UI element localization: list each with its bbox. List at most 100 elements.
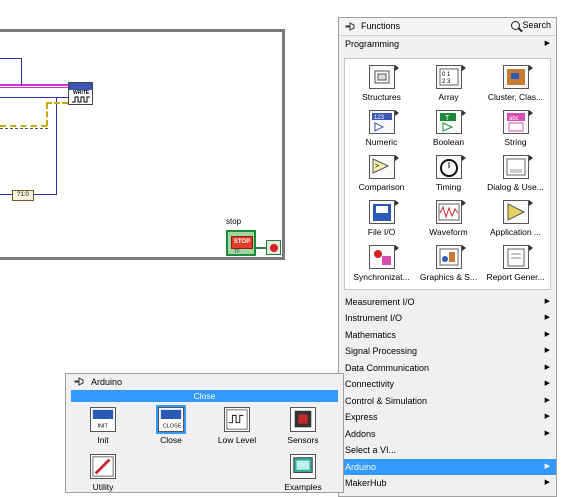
synchronization-icon [368,244,399,269]
init-icon: INIT [90,407,116,432]
chevron-right-icon: ▶ [544,413,550,420]
select-constant[interactable]: ?1:0 [12,190,34,201]
chevron-right-icon: ▶ [544,479,550,486]
arduino-item-label: Examples [284,482,322,492]
category-programming[interactable]: Programming ▶ [339,36,556,53]
green-wire [256,247,266,249]
while-loop-frame[interactable] [0,29,285,260]
arduino-item-utility[interactable]: Utility [73,454,133,492]
low-level-icon [224,407,250,432]
palette-item-structures[interactable]: Structures [348,62,415,107]
black-wire [0,128,48,129]
palette-item-label: String [504,136,527,147]
category-control-simulation[interactable]: Control & Simulation ▶ [339,393,556,410]
chevron-right-icon: ▶ [544,462,550,470]
arduino-item-label: Utility [92,482,114,492]
category-instrument-i-o[interactable]: Instrument I/O ▶ [339,310,556,327]
palette-item-cluster[interactable]: Cluster, Clas... [482,62,549,107]
palette-item-waveform[interactable]: Waveform [415,197,482,242]
arduino-item-examples[interactable]: Examples [273,454,333,492]
functions-palette-title: Functions [361,21,401,31]
cluster-icon [502,64,533,89]
chevron-right-icon: ▶ [544,396,550,404]
programming-icon-grid: Structures 0 12 3 Array Cluster, Clas... 123… [344,57,551,290]
category-signal-processing[interactable]: Signal Processing ▶ [339,343,556,360]
string-icon: abc [502,109,533,134]
blue-wire [0,194,12,195]
arduino-palette-titlebar[interactable]: Arduino [66,374,343,390]
palette-item-array[interactable]: 0 12 3 Array [415,62,482,107]
numeric-icon: 123 [368,109,399,134]
palette-item-label: Comparison [358,181,405,192]
palette-item-label: Application ... [489,226,542,237]
comparison-icon: > [368,154,399,179]
stop-button-icon: STOP [231,236,253,249]
pink-wire [0,87,68,88]
blue-wire [21,58,22,86]
arduino-item-sensors[interactable]: Sensors [273,407,333,445]
pin-icon[interactable] [74,376,85,387]
palette-item-label: Numeric [365,136,398,147]
palette-item-label: Waveform [429,226,468,237]
palette-item-boolean[interactable]: T Boolean [415,107,482,152]
category-data-communication[interactable]: Data Communication ▶ [339,360,556,377]
array-icon: 0 12 3 [435,64,466,89]
block-diagram[interactable]: WRITE ?1:0 stop STOP TF [0,0,300,270]
category-connectivity[interactable]: Connectivity ▶ [339,376,556,393]
boolean-tf-label: TF [234,249,241,255]
category-makerhub[interactable]: MakerHub ▶ [339,475,556,492]
category-list: Measurement I/O ▶ Instrument I/O ▶ Mathemati… [339,294,556,492]
loop-condition-terminal[interactable] [266,240,281,255]
category-express[interactable]: Express ▶ [339,409,556,426]
category-mathematics[interactable]: Mathematics ▶ [339,327,556,344]
arduino-item-label: Low Level [217,435,257,445]
svg-text:abc: abc [509,116,519,122]
palette-item-file-io[interactable]: File I/O [348,197,415,242]
chevron-right-icon: ▶ [544,40,550,47]
chevron-right-icon: ▶ [544,429,550,437]
palette-item-report-generation[interactable]: Report Gener... [482,242,549,287]
palette-item-dialog[interactable]: Dialog & Use... [482,152,549,197]
stop-label: stop [226,217,242,226]
palette-item-string[interactable]: abc String [482,107,549,152]
search-button[interactable]: Search [511,20,551,30]
functions-palette-titlebar[interactable]: Functions Search [339,18,556,36]
category-arduino[interactable]: Arduino ▶ [339,458,556,475]
arduino-item-low-level[interactable]: Low Level [207,407,267,445]
category-label: Signal Processing [345,346,418,356]
report-generation-icon [502,244,533,269]
blue-wire [56,98,57,195]
palette-item-synchronization[interactable]: Synchronizat... [348,242,415,287]
category-label: Express [345,412,378,422]
yellow-wire [0,125,47,127]
arduino-palette[interactable]: Arduino Close INIT Init CLOSE Close Low Leve… [65,373,344,493]
palette-item-application-control[interactable]: Application ... [482,197,549,242]
write-vi-node[interactable]: WRITE [68,82,93,105]
palette-item-label: Dialog & Use... [487,181,544,192]
palette-item-numeric[interactable]: 123 Numeric [348,107,415,152]
palette-item-graphics-sound[interactable]: Graphics & S... [415,242,482,287]
category-addons[interactable]: Addons ▶ [339,426,556,443]
category-label: Instrument I/O [345,313,403,323]
functions-palette[interactable]: Functions Search Programming ▶ Structure… [338,17,557,497]
palette-item-timing[interactable]: Timing [415,152,482,197]
arduino-item-label: Init [97,435,109,445]
arduino-item-close[interactable]: CLOSE Close [141,405,201,445]
pin-icon[interactable] [345,21,356,32]
palette-item-label: Synchronizat... [353,271,410,282]
arduino-item-init[interactable]: INIT Init [73,407,133,445]
examples-icon [290,454,316,479]
palette-item-comparison[interactable]: > Comparison [348,152,415,197]
yellow-wire [46,103,48,126]
category-label: Mathematics [345,329,397,340]
file-io-icon [368,199,399,224]
category-label: Select a VI... [345,445,397,455]
graphics-sound-icon [435,244,466,269]
category-label: Control & Simulation [345,395,428,406]
chevron-right-icon: ▶ [544,363,550,371]
application-control-icon [502,199,533,224]
stop-condition-icon [270,244,278,252]
category-select-a-vi[interactable]: Select a VI... [339,442,556,459]
category-measurement-i-o[interactable]: Measurement I/O ▶ [339,294,556,311]
stop-button-terminal[interactable]: STOP TF [226,230,256,256]
